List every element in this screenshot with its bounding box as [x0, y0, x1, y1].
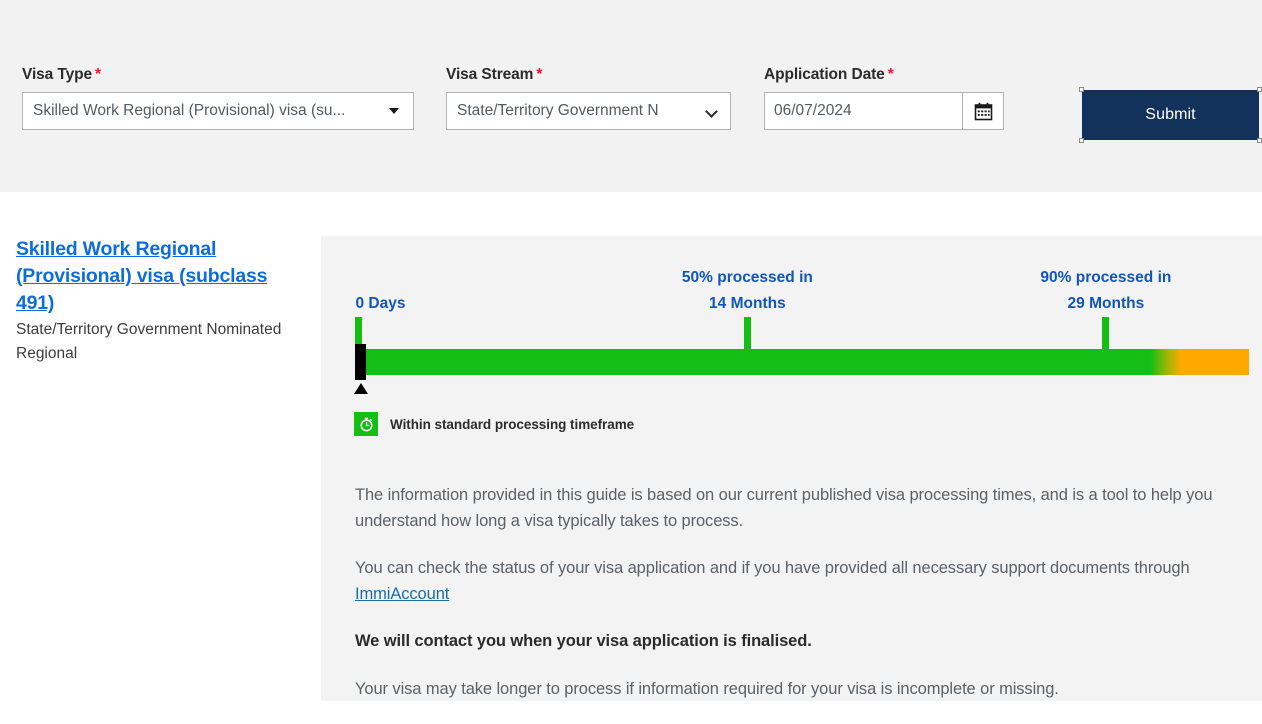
visa-stream-field: Visa Stream * State/Territory Government …: [446, 66, 731, 130]
info-paragraph-2-text: You can check the status of your visa ap…: [355, 559, 1190, 577]
current-position-arrow-icon: [354, 383, 368, 394]
info-paragraph-4: Your visa may take longer to process if …: [355, 679, 1059, 698]
immiaccount-link[interactable]: ImmiAccount: [355, 585, 449, 603]
visa-type-selected-value: Skilled Work Regional (Provisional) visa…: [33, 102, 346, 119]
visa-type-select[interactable]: Skilled Work Regional (Provisional) visa…: [22, 92, 414, 130]
selection-handle-top-right: [1257, 87, 1262, 92]
visa-type-label-text: Visa Type: [22, 66, 93, 83]
timeline-label-50: 50% processed in 14 Months: [647, 265, 847, 317]
submit-button-wrapper: Submit: [1079, 87, 1262, 143]
chart-legend: Within standard processing timeframe: [354, 412, 634, 436]
timeline-label-50-value: 14 Months: [709, 295, 786, 312]
chevron-down-icon: [707, 106, 718, 117]
timeline-label-50-percent: 50% processed in: [681, 269, 813, 286]
timeline-label-90: 90% processed in 29 Months: [1006, 265, 1206, 317]
application-date-field: Application Date *: [764, 66, 1004, 130]
visa-title-link[interactable]: Skilled Work Regional (Provisional) visa…: [16, 236, 306, 317]
info-paragraph-1: The information provided in this guide i…: [355, 486, 1213, 530]
timeline-tick-50: [743, 317, 751, 349]
caret-down-icon: [389, 108, 399, 114]
visa-stream-label: Visa Stream *: [446, 66, 731, 84]
selection-handle-top-left: [1079, 87, 1084, 92]
legend-swatch-within-timeframe: [354, 412, 378, 436]
visa-type-field: Visa Type * Skilled Work Regional (Provis…: [22, 66, 414, 130]
timeline-label-start: 0 Days: [356, 291, 406, 317]
selection-handle-bottom-right: [1257, 138, 1262, 143]
selection-handle-bottom-left: [1079, 138, 1084, 143]
visa-stream-selected-value: State/Territory Government N: [457, 102, 659, 119]
processing-progress-bar: [355, 349, 1249, 375]
required-asterisk: *: [95, 66, 101, 83]
timeline-label-90-percent: 90% processed in: [1040, 269, 1172, 286]
processing-times-panel: 0 Days 50% processed in 14 Months 90% pr…: [321, 236, 1262, 701]
info-paragraph-3: We will contact you when your visa appli…: [355, 632, 812, 650]
legend-label-within-timeframe: Within standard processing timeframe: [390, 416, 635, 432]
application-date-label-text: Application Date: [764, 66, 885, 83]
timeline-label-start-text: 0 Days: [355, 295, 406, 312]
calendar-icon: [974, 102, 992, 120]
timeline-label-90-value: 29 Months: [1067, 295, 1145, 312]
information-text-block: The information provided in this guide i…: [355, 483, 1225, 724]
timeline-tick-90: [1102, 317, 1110, 349]
required-asterisk: *: [536, 66, 543, 83]
calendar-picker-button[interactable]: [962, 92, 1004, 130]
application-date-label: Application Date *: [764, 66, 1004, 84]
visa-type-label: Visa Type *: [22, 66, 414, 84]
result-summary-column: Skilled Work Regional (Provisional) visa…: [16, 236, 306, 366]
submit-button[interactable]: Submit: [1082, 90, 1259, 140]
processing-timeline-chart: 0 Days 50% processed in 14 Months 90% pr…: [321, 236, 1262, 416]
application-date-input[interactable]: [764, 92, 962, 130]
stopwatch-icon: [360, 417, 372, 431]
visa-stream-label-text: Visa Stream: [446, 66, 534, 83]
required-asterisk: *: [887, 66, 894, 83]
application-date-control: [764, 92, 1004, 130]
visa-stream-description: State/Territory Government Nominated Reg…: [16, 321, 282, 362]
filter-form-bar: Visa Type * Skilled Work Regional (Provis…: [0, 0, 1262, 192]
info-paragraph-2: You can check the status of your visa ap…: [355, 556, 1225, 607]
visa-stream-select[interactable]: State/Territory Government N: [446, 92, 731, 130]
current-position-marker: [355, 344, 366, 380]
